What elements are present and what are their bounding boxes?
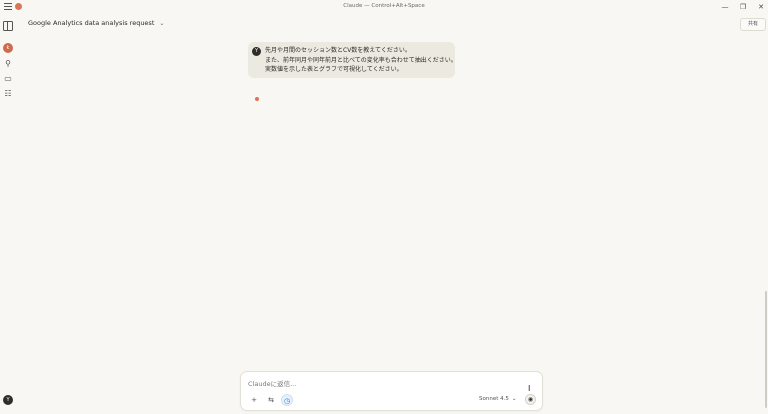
new-chat-button[interactable]: k xyxy=(3,43,13,53)
titlebar: Claude — Control+Alt+Space — ❐ ✕ xyxy=(0,0,768,14)
sidebar-toggle-icon[interactable] xyxy=(3,21,13,31)
chevron-down-icon: ⌄ xyxy=(159,19,165,27)
search-icon[interactable]: ⚲ xyxy=(3,59,13,69)
composer[interactable]: Claudeに返信... I + ⇆ ◷ Sonnet 4.5 ⌄ ◉ xyxy=(240,371,543,411)
research-toggle-button[interactable]: ◷ xyxy=(281,394,293,406)
user-message: Y 先月や月間のセッション数とCV数を教えてください。 また、前年同月や同年前月… xyxy=(248,42,457,78)
tools-button[interactable]: ⇆ xyxy=(265,394,277,406)
message-input[interactable]: Claudeに返信... xyxy=(248,378,296,388)
text-cursor-icon: I xyxy=(528,384,531,393)
projects-icon[interactable]: ☷ xyxy=(3,89,13,99)
message-line: 実数値を示した表とグラフで可視化してください。 xyxy=(265,66,403,73)
conversation-title: Google Analytics data analysis request xyxy=(28,19,155,27)
window-title: Claude — Control+Alt+Space xyxy=(343,3,425,9)
message-avatar: Y xyxy=(252,47,261,56)
conversation-title-button[interactable]: Google Analytics data analysis request ⌄ xyxy=(28,19,164,27)
send-button[interactable]: ◉ xyxy=(525,394,536,405)
add-attachment-button[interactable]: + xyxy=(248,394,260,406)
chevron-down-icon: ⌄ xyxy=(511,396,517,402)
close-button[interactable]: ✕ xyxy=(756,2,766,12)
maximize-button[interactable]: ❐ xyxy=(738,2,748,12)
share-button[interactable]: 共有 xyxy=(740,18,766,31)
chats-icon[interactable]: ▭ xyxy=(3,74,13,84)
message-line: 先月や月間のセッション数とCV数を教えてください。 xyxy=(265,47,411,54)
scrollbar[interactable] xyxy=(765,291,767,408)
model-name: Sonnet 4.5 xyxy=(479,396,509,402)
message-line: また、前年同月や同年前月と比べての変化率も合わせて抽出ください。 xyxy=(265,56,457,64)
sidebar: k ⚲ ▭ ☷ Y xyxy=(0,14,16,414)
minimize-button[interactable]: — xyxy=(720,2,730,12)
loading-spark-icon xyxy=(255,97,259,101)
user-avatar[interactable]: Y xyxy=(3,395,13,405)
model-selector[interactable]: Sonnet 4.5 ⌄ xyxy=(479,396,516,402)
